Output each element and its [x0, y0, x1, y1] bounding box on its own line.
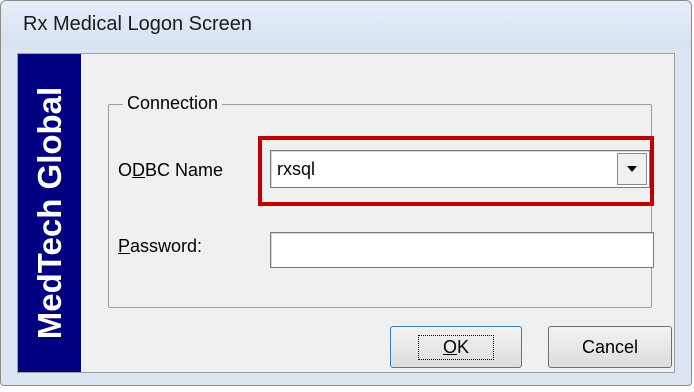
- window-title: Rx Medical Logon Screen: [23, 13, 253, 35]
- ok-button-label: OK: [417, 334, 495, 360]
- brand-sidebar: MedTech Global: [18, 54, 82, 372]
- odbc-name-label: ODBC Name: [118, 160, 224, 180]
- chevron-down-icon: [627, 166, 637, 172]
- brand-logo-text: MedTech Global: [30, 86, 68, 340]
- dialog-client-area: MedTech Global Connection ODBC Name rxsq…: [17, 53, 675, 373]
- title-bar[interactable]: Rx Medical Logon Screen: [1, 1, 691, 49]
- connection-group-label: Connection: [123, 93, 223, 114]
- ok-button[interactable]: OK: [390, 326, 522, 368]
- logon-dialog: Rx Medical Logon Screen MedTech Global C…: [0, 0, 692, 386]
- odbc-name-value: rxsql: [277, 159, 316, 179]
- password-label: Password:: [118, 236, 203, 256]
- cancel-button[interactable]: Cancel: [548, 326, 672, 368]
- connection-groupbox: Connection: [108, 93, 652, 308]
- odbc-name-combobox[interactable]: rxsql: [270, 150, 650, 188]
- dropdown-button[interactable]: [617, 153, 647, 185]
- password-input[interactable]: [270, 232, 654, 268]
